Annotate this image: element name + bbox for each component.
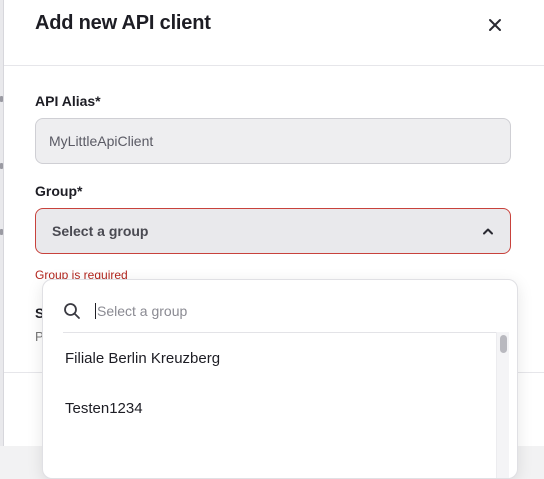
group-select[interactable]: Select a group [35,208,511,254]
dropdown-option[interactable]: Testen1234 [65,400,485,417]
group-label: Group* [35,183,83,199]
chevron-up-icon [483,228,493,235]
group-search [63,294,509,328]
header-divider [4,65,544,66]
dropdown-divider [63,332,509,333]
api-alias-value: MyLittleApiClient [49,133,154,149]
dropdown-option[interactable]: Filiale Berlin Kreuzberg [65,350,485,367]
dropdown-scrollbar[interactable] [496,332,509,478]
modal-title: Add new API client [35,12,211,34]
api-alias-label: API Alias* [35,93,101,109]
scrollbar-thumb[interactable] [500,335,507,353]
close-button[interactable] [484,14,506,36]
group-search-input[interactable] [95,303,475,319]
search-icon [64,303,80,319]
group-select-placeholder: Select a group [52,223,149,239]
api-alias-input[interactable]: MyLittleApiClient [35,118,511,164]
group-dropdown: Filiale Berlin Kreuzberg Testen1234 [42,279,518,479]
close-icon [489,19,501,31]
